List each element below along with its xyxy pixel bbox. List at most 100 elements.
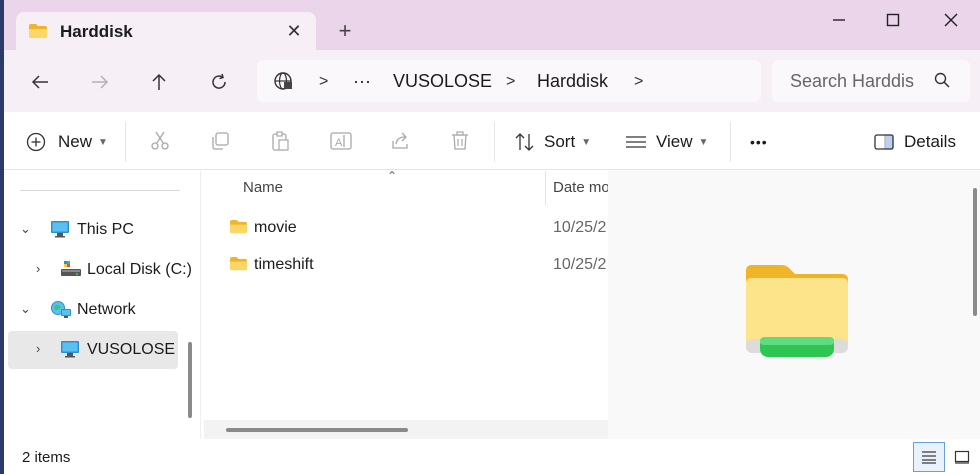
tab-title: Harddisk [60,22,133,41]
more-options-button[interactable]: ••• [750,126,768,158]
new-tab-button[interactable]: + [332,18,358,44]
column-header-name[interactable]: Name [243,179,283,196]
sidebar-item-network[interactable]: ⌄ Network [8,291,178,329]
details-view-button[interactable] [913,442,945,472]
chevron-right-icon[interactable]: > [634,73,643,91]
refresh-button[interactable] [203,66,235,98]
folder-icon [229,256,248,276]
rename-icon[interactable]: A [330,131,352,156]
command-bar: New ▼ A Sort ▼ View ▼ ••• Details [4,112,980,170]
breadcrumb-vusolose[interactable]: VUSOLOSE [393,71,492,92]
delete-icon[interactable] [450,131,470,156]
vertical-scrollbar-thumb[interactable] [973,188,977,316]
sort-ascending-icon: ⌃ [387,169,398,183]
tiles-view-icon [954,450,970,464]
details-view-icon [922,451,936,464]
up-button[interactable] [143,66,175,98]
file-row[interactable]: timeshift 10/25/2 [201,246,609,282]
navigation-pane: ⌄ This PC › Local Disk (C:) ⌄ Network › [4,171,194,439]
sort-icon [515,133,534,151]
address-bar[interactable]: > ··· VUSOLOSE > Harddisk > [257,60,761,102]
chevron-down-icon: ▼ [581,136,592,148]
folder-icon [28,23,48,44]
network-icon [50,300,72,325]
chevron-down-icon[interactable]: ⌄ [20,301,31,317]
chevron-down-icon[interactable]: ⌄ [20,221,31,237]
sidebar-item-this-pc[interactable]: ⌄ This PC [8,211,178,249]
maximize-button[interactable] [870,4,916,36]
close-window-button[interactable] [928,4,974,36]
column-header-date-modified[interactable]: Date mo [553,179,609,196]
copy-icon[interactable] [210,131,230,156]
network-globe-icon [273,71,293,96]
file-date: 10/25/2 [553,256,607,273]
hard-drive-icon [60,260,82,283]
preview-pane [608,171,980,439]
divider [125,122,126,162]
arrow-left-icon [31,75,48,89]
tiles-view-button[interactable] [946,442,978,472]
back-button[interactable] [24,66,56,98]
plus-circle-icon [26,132,46,152]
forward-button[interactable] [84,66,116,98]
file-row[interactable]: movie 10/25/2 [201,209,609,245]
column-divider[interactable] [545,171,546,205]
file-date: 10/25/2 [553,219,607,236]
sidebar-scrollbar-thumb[interactable] [188,342,192,418]
chevron-down-icon: ▼ [98,136,108,148]
chevron-right-icon[interactable]: › [36,261,40,276]
details-pane-button[interactable]: Details [874,126,956,158]
sort-button[interactable]: Sort ▼ [514,126,591,158]
chevron-down-icon: ▼ [698,136,709,148]
close-tab-icon[interactable]: ✕ [282,19,306,43]
search-input[interactable]: Search Harddis [790,71,914,92]
chevron-right-icon[interactable]: > [506,73,515,91]
breadcrumb-more[interactable]: ··· [353,71,371,92]
file-list: ⌃ Name Date mo movie 10/25/2 timeshift 1… [200,169,609,439]
search-icon[interactable] [934,72,950,93]
sidebar-item-local-disk[interactable]: › Local Disk (C:) [8,251,192,289]
cut-icon[interactable] [150,131,170,156]
divider [730,122,731,162]
sidebar-item-label: This PC [77,221,134,238]
computer-icon [60,340,80,363]
svg-text:A: A [335,137,343,149]
chevron-right-icon[interactable]: › [36,341,40,356]
folder-preview-icon [742,263,852,366]
minimize-button[interactable] [816,4,862,36]
refresh-icon [212,73,226,89]
new-label: New [58,132,93,151]
minimize-icon [833,19,845,21]
sort-label: Sort [544,132,576,151]
folder-icon [229,219,248,239]
tab-harddisk[interactable]: Harddisk ✕ [16,12,316,50]
navigation-bar: > ··· VUSOLOSE > Harddisk > Search Hardd… [4,50,980,112]
maximize-icon [886,13,900,27]
monitor-icon [50,220,70,243]
sidebar-item-vusolose[interactable]: › VUSOLOSE [8,331,178,369]
arrow-right-icon [92,75,109,89]
search-box[interactable]: Search Harddis [772,60,970,102]
file-name: timeshift [254,256,314,273]
view-label: View [656,132,693,151]
paste-icon[interactable] [270,131,290,156]
sidebar-item-label: VUSOLOSE [87,341,176,358]
divider [494,122,495,162]
new-button[interactable]: New ▼ [26,126,108,158]
close-icon [944,13,958,27]
horizontal-scrollbar-thumb[interactable] [226,428,408,432]
divider [20,190,180,191]
view-button[interactable]: View ▼ [625,126,708,158]
file-explorer-window: Harddisk ✕ + > ··· VUSOLOSE > Harddisk >… [4,0,980,474]
sidebar-item-label: Network [77,301,136,318]
share-icon[interactable] [390,131,410,156]
breadcrumb-harddisk[interactable]: Harddisk [537,71,608,92]
view-list-icon [626,136,646,148]
title-bar: Harddisk ✕ + [4,0,980,50]
chevron-right-icon[interactable]: > [319,73,328,91]
details-pane-icon [874,134,894,150]
details-label: Details [904,132,956,151]
items-count: 2 items [22,449,71,466]
status-bar: 2 items [4,439,980,474]
arrow-up-icon [152,73,166,90]
